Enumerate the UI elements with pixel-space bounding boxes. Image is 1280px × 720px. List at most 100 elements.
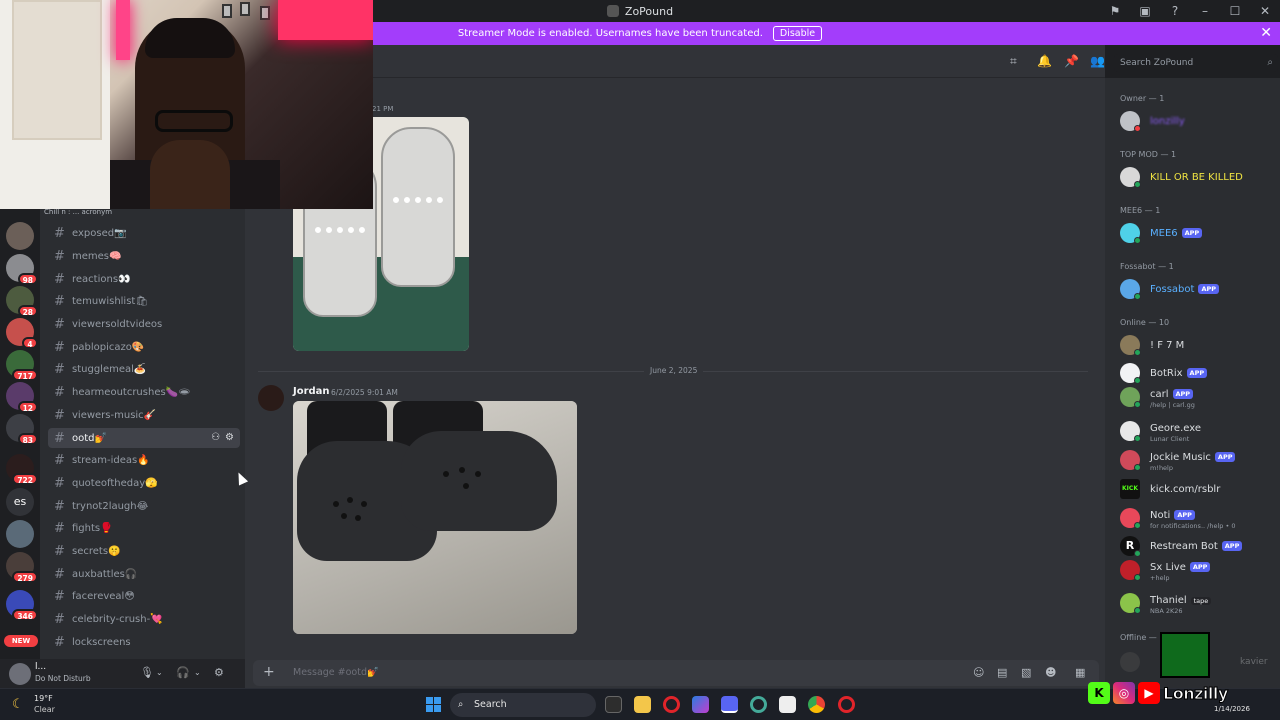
server-icon-es[interactable]: es (6, 488, 34, 516)
server-icon[interactable]: 279 (6, 552, 38, 583)
member-item[interactable]: ! F 7 M (1120, 333, 1280, 357)
streamdeck-icon[interactable] (779, 696, 796, 713)
user-avatar[interactable] (9, 663, 31, 685)
channel-item[interactable]: # lockscreens (48, 632, 240, 652)
channel-item[interactable]: # quoteoftheday🫣 (48, 473, 240, 493)
pinned-messages-icon[interactable]: 📌 (1064, 54, 1079, 68)
channel-item[interactable]: # viewers-music🎸 (48, 405, 240, 425)
member-item[interactable]: lonzilly (1120, 109, 1280, 133)
member-item[interactable]: Fossabot APP (1120, 277, 1280, 301)
member-name: ! F 7 M (1150, 340, 1185, 351)
search-input[interactable]: Search ZoPound ⌕ (1114, 54, 1278, 72)
settings-gear-icon[interactable]: ⚙ (225, 432, 234, 443)
channel-item[interactable]: # reactions👀 (48, 269, 240, 289)
member-item[interactable]: R Restream Bot APP (1120, 534, 1280, 558)
channel-item[interactable]: # secrets🤫 (48, 541, 240, 561)
server-icon[interactable]: 12 (6, 382, 38, 413)
channel-item[interactable]: # stream-ideas🔥 (48, 450, 240, 470)
sticker-icon[interactable]: ▧ (1021, 666, 1031, 679)
member-name: kick.com/rsblr (1150, 484, 1221, 495)
screen-share-icon[interactable]: ▣ (1130, 4, 1160, 18)
server-icon[interactable]: 4 (6, 318, 38, 349)
task-view-icon[interactable] (605, 696, 622, 713)
channel-item[interactable]: # temuwishlist🛍 (48, 291, 240, 311)
channel-item[interactable]: # exposed📷 (48, 223, 240, 243)
mic-options-chevron-icon[interactable]: ⌄ (156, 668, 163, 677)
server-icon[interactable]: 83 (6, 414, 38, 445)
server-logo-icon (606, 5, 619, 17)
member-item[interactable]: Jockie Music APP m!help (1120, 448, 1280, 472)
mention-badge: 83 (17, 433, 38, 445)
member-item[interactable]: Thaniel tape NBA 2K26 (1120, 591, 1280, 615)
audio-options-chevron-icon[interactable]: ⌄ (194, 668, 201, 677)
taskbar-search[interactable]: ⌕ Search (450, 693, 596, 717)
channel-name: stream-ideas🔥 (72, 454, 150, 466)
close-window-button[interactable]: ✕ (1250, 4, 1280, 18)
channel-item[interactable]: # auxbattles🎧 (48, 564, 240, 584)
channel-item[interactable]: # memes🧠 (48, 246, 240, 266)
opera-gx-icon-2[interactable] (838, 696, 855, 713)
message-author-avatar[interactable] (258, 385, 284, 411)
channel-item[interactable]: # trynot2laugh😂 (48, 496, 240, 516)
invite-icon[interactable]: ⚇ (211, 432, 220, 443)
notification-bell-icon[interactable]: 🔔 (1037, 54, 1052, 68)
member-item[interactable]: carl APP /help | carl.gg (1120, 385, 1280, 409)
moon-weather-icon[interactable]: ☾ (12, 697, 24, 712)
inbox-flag-icon[interactable]: ⚑ (1100, 4, 1130, 18)
discord-icon[interactable] (721, 696, 738, 713)
disable-streamer-mode-button[interactable]: Disable (772, 26, 823, 41)
channel-name: reactions👀 (72, 273, 131, 285)
member-item[interactable]: Noti APP for notifications.. /help • 0 (1120, 506, 1280, 530)
message-author[interactable]: Jordan (293, 386, 330, 397)
channel-item-active[interactable]: # ootd💅 ⚇ ⚙ (48, 428, 240, 448)
search-icon: ⌕ (1267, 57, 1273, 68)
emoji-icon[interactable]: ☻ (1045, 666, 1056, 679)
channel-item[interactable]: # pablopicazo🎨 (48, 337, 240, 357)
channel-item[interactable]: # viewersoldtvideos (48, 314, 240, 334)
server-icon[interactable] (6, 222, 34, 250)
webcam-overlay (0, 0, 373, 209)
microphone-icon[interactable]: 🎙 (140, 666, 154, 679)
chrome-icon[interactable] (808, 696, 825, 713)
channel-item[interactable]: # celebrity-crush-💘 (48, 609, 240, 629)
threads-icon[interactable]: ⌗ (1010, 54, 1017, 69)
message-image-crocs[interactable] (293, 401, 577, 634)
title-controls: ⚑ ▣ ? – ☐ ✕ (1100, 0, 1280, 22)
kick-icon: K (1088, 682, 1110, 704)
server-icon[interactable]: 722 (6, 454, 38, 485)
member-item[interactable]: MEE6 APP (1120, 221, 1280, 245)
help-icon[interactable]: ? (1160, 4, 1190, 18)
server-icon[interactable]: 346 (6, 590, 38, 621)
server-icon[interactable]: 98 (6, 254, 38, 285)
gif-icon[interactable]: ▤ (997, 666, 1007, 679)
add-attachment-icon[interactable]: + (263, 664, 275, 680)
headphones-icon[interactable]: 🎧 (176, 666, 190, 679)
obs-icon[interactable] (750, 696, 767, 713)
windows-start-icon[interactable] (426, 697, 441, 712)
member-list-icon[interactable]: 👥 (1090, 54, 1105, 68)
member-item[interactable]: KICK kick.com/rsblr (1120, 477, 1280, 501)
copilot-icon[interactable] (692, 696, 709, 713)
channel-item[interactable]: # hearmeoutcrushes🍆🕳 (48, 382, 240, 402)
server-icon[interactable]: 717 (6, 350, 38, 381)
server-icon[interactable] (6, 520, 34, 548)
member-item[interactable]: BotRix APP (1120, 361, 1280, 385)
server-icon[interactable]: 28 (6, 286, 38, 317)
file-explorer-icon[interactable] (634, 696, 651, 713)
opera-gx-icon[interactable] (663, 696, 680, 713)
user-settings-gear-icon[interactable]: ⚙ (214, 666, 224, 679)
close-banner-icon[interactable]: ✕ (1260, 25, 1272, 41)
maximize-button[interactable]: ☐ (1220, 4, 1250, 18)
message-composer[interactable]: + Message #ootd💅 ☺ ▤ ▧ ☻ ▦ (253, 660, 1099, 686)
member-item[interactable]: KILL OR BE KILLED (1120, 165, 1280, 189)
channel-item[interactable]: # fights🥊 (48, 518, 240, 538)
channel-item[interactable]: # stugglemeal🍝 (48, 359, 240, 379)
minimize-button[interactable]: – (1190, 4, 1220, 18)
member-item[interactable]: Geore.exe Lunar Client (1120, 419, 1280, 443)
app-tag: APP (1214, 452, 1236, 462)
member-item[interactable]: Sx Live APP +help (1120, 558, 1280, 582)
member-group-header: Online — 10 (1120, 318, 1170, 327)
channel-item[interactable]: # facereveal😳 (48, 586, 240, 606)
gift-icon[interactable]: ☺ (973, 666, 984, 679)
apps-icon[interactable]: ▦ (1075, 666, 1085, 679)
